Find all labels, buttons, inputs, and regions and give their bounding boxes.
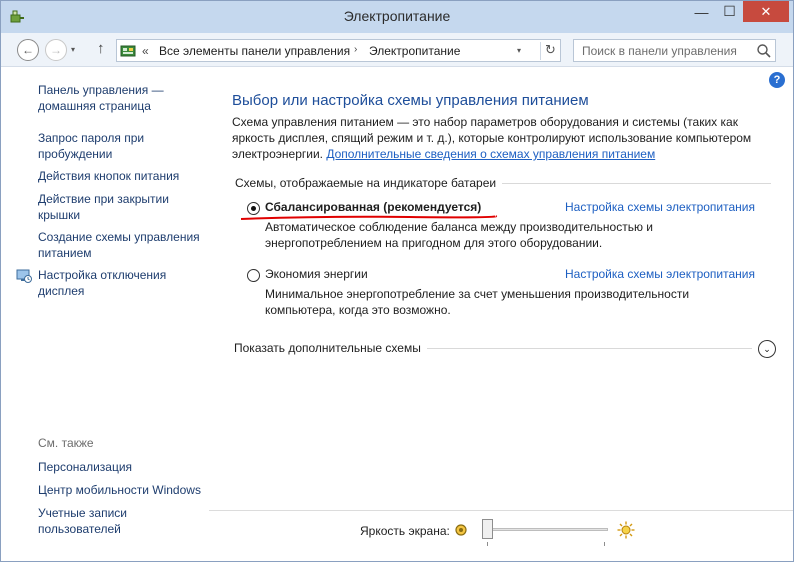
help-icon[interactable]: ? (769, 72, 785, 88)
bottom-divider (209, 510, 793, 511)
sidebar-item-lid-close[interactable]: Действие при закрытии крышки (38, 191, 208, 223)
up-button[interactable]: ↑ (97, 40, 105, 57)
expand-chevron-icon[interactable]: ⌄ (758, 340, 776, 358)
balanced-plan-description: Автоматическое соблюдение баланса между … (265, 220, 654, 250)
brightness-label: Яркость экрана: (360, 524, 450, 538)
slider-tick-min (487, 542, 488, 546)
title-bar[interactable]: Электропитание — ☐ ✕ (1, 1, 793, 33)
navigation-bar: ← → ▾ ↑ « Все элементы панели управления… (1, 33, 793, 67)
address-overflow-chevron[interactable]: « (142, 44, 149, 58)
brightness-low-icon (455, 524, 467, 536)
address-dropdown-icon[interactable]: ▾ (517, 46, 521, 55)
window-title: Электропитание (343, 8, 451, 24)
more-info-link[interactable]: Дополнительные сведения о схемах управле… (326, 147, 655, 161)
page-title: Выбор или настройка схемы управления пит… (232, 92, 589, 109)
breadcrumb-power-options[interactable]: Электропитание (369, 44, 460, 58)
balanced-plan-name[interactable]: Сбалансированная (рекомендуется) (265, 200, 481, 214)
display-shield-icon (16, 269, 32, 283)
brightness-slider-track[interactable] (485, 528, 608, 531)
power-saver-plan-settings-link[interactable]: Настройка схемы электропитания (565, 267, 755, 281)
breadcrumb-separator-icon[interactable]: › (354, 44, 357, 55)
battery-meter-plans-label: Схемы, отображаемые на индикаторе батаре… (235, 176, 503, 190)
power-saver-plan-description: Минимальное энергопотребление за счет ум… (265, 287, 690, 317)
power-saver-plan-name[interactable]: Экономия энергии (265, 267, 368, 281)
search-input[interactable] (574, 40, 754, 61)
show-additional-plans-label[interactable]: Показать дополнительные схемы (234, 341, 427, 355)
see-also-personalization[interactable]: Персонализация (38, 459, 208, 475)
balanced-plan-settings-link[interactable]: Настройка схемы электропитания (565, 200, 755, 214)
minimize-button[interactable]: — (687, 1, 716, 22)
slider-tick-max (604, 542, 605, 546)
see-also-heading: См. также (38, 436, 94, 450)
power-saver-plan-radio[interactable] (247, 269, 260, 282)
breadcrumb-all-control-panel-items[interactable]: Все элементы панели управления (159, 44, 350, 58)
address-bar[interactable]: « Все элементы панели управления › Элект… (116, 39, 561, 62)
close-button[interactable]: ✕ (743, 1, 789, 22)
recent-locations-dropdown[interactable]: ▾ (71, 45, 75, 54)
maximize-button[interactable]: ☐ (716, 1, 743, 22)
back-button[interactable]: ← (17, 39, 39, 61)
brightness-slider-thumb[interactable] (482, 519, 493, 539)
see-also-user-accounts[interactable]: Учетные записи пользователей (38, 505, 208, 537)
search-icon[interactable] (756, 43, 772, 59)
see-also-mobility-center[interactable]: Центр мобильности Windows (38, 482, 208, 498)
sidebar-home-link[interactable]: Панель управления — домашняя страница (38, 82, 208, 114)
sidebar-item-create-plan[interactable]: Создание схемы управления питанием (38, 229, 208, 261)
sidebar-item-power-buttons[interactable]: Действия кнопок питания (38, 168, 208, 184)
sidebar-item-display-off[interactable]: Настройка отключения дисплея (38, 267, 208, 299)
brightness-high-icon (617, 521, 635, 539)
control-panel-window: Электропитание — ☐ ✕ ← → ▾ ↑ « Все элеме… (0, 0, 794, 562)
intro-paragraph: Схема управления питанием — это набор па… (232, 114, 772, 162)
sidebar-item-password-on-wake[interactable]: Запрос пароля при пробуждении (38, 130, 208, 162)
refresh-button[interactable]: ↻ (540, 42, 560, 60)
radio-selected-dot (251, 206, 256, 211)
control-panel-icon (120, 45, 136, 57)
search-box[interactable] (573, 39, 776, 62)
forward-button[interactable]: → (45, 39, 67, 61)
